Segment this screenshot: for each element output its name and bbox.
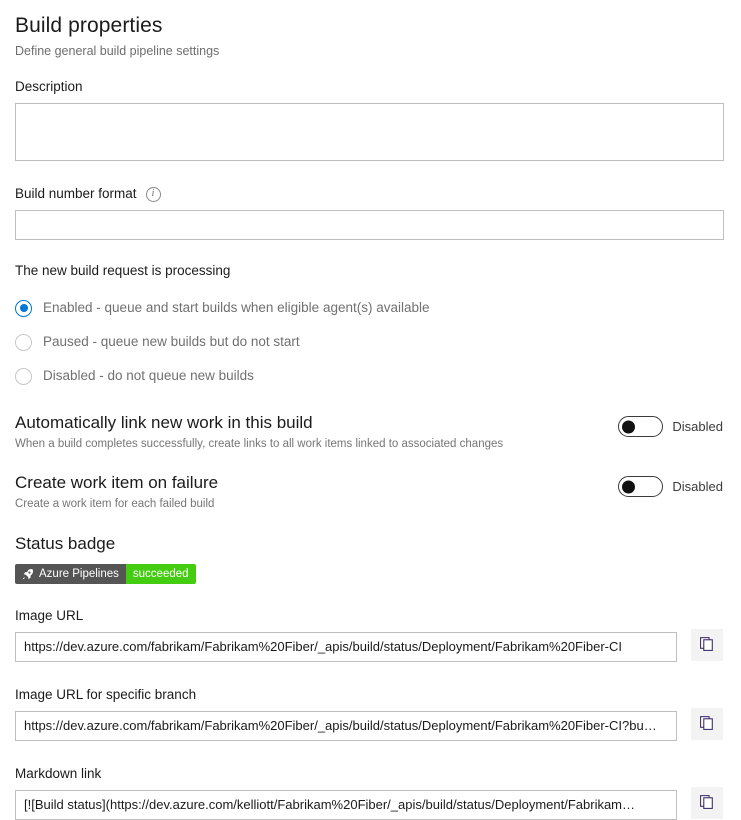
radio-label-enabled: Enabled - queue and start builds when el… <box>43 300 430 315</box>
create-work-item-toggle-wrap: Disabled <box>618 471 723 497</box>
status-badge-right-text: succeeded <box>125 564 196 584</box>
build-number-format-group: Build number format i <box>0 185 741 240</box>
image-url-branch-input[interactable] <box>15 710 677 741</box>
auto-link-toggle-wrap: Disabled <box>618 411 723 437</box>
markdown-link-label: Markdown link <box>15 765 102 781</box>
page-header: Build properties Define general build pi… <box>0 0 741 59</box>
build-number-format-label: Build number format <box>15 186 137 201</box>
radio-label-disabled: Disabled - do not queue new builds <box>43 368 254 383</box>
processing-label: The new build request is processing <box>15 263 231 278</box>
status-badge-left: Azure Pipelines <box>15 564 126 584</box>
copy-markdown-link-button[interactable] <box>691 786 723 819</box>
markdown-link-input[interactable] <box>15 789 677 820</box>
copy-icon <box>699 793 716 813</box>
create-work-item-heading: Create work item on failure <box>15 473 219 492</box>
radio-option-disabled[interactable]: Disabled - do not queue new builds <box>15 359 723 393</box>
processing-radio-group: Enabled - queue and start builds when el… <box>15 291 723 393</box>
page-title: Build properties <box>15 14 163 37</box>
image-url-branch-row <box>15 704 723 741</box>
copy-image-url-branch-button[interactable] <box>691 707 723 740</box>
status-badge-left-text: Azure Pipelines <box>39 568 119 580</box>
build-number-format-label-row: Build number format i <box>15 185 723 203</box>
create-work-item-description: Create a work item for each failed build <box>15 498 215 510</box>
image-url-branch-label: Image URL for specific branch <box>15 686 197 702</box>
image-url-branch-group: Image URL for specific branch <box>0 686 741 741</box>
copy-icon <box>699 635 716 655</box>
create-work-item-toggle-state: Disabled <box>672 478 723 494</box>
info-icon[interactable]: i <box>145 186 161 202</box>
radio-mark-enabled <box>15 299 32 317</box>
auto-link-heading: Automatically link new work in this buil… <box>15 413 313 432</box>
auto-link-toggle-state: Disabled <box>672 418 723 434</box>
create-work-item-toggle-knob <box>622 480 636 493</box>
create-work-item-texts: Create work item on failure Create a wor… <box>15 471 218 512</box>
create-work-item-section: Create work item on failure Create a wor… <box>0 471 741 512</box>
build-properties-page: Build properties Define general build pi… <box>0 0 741 820</box>
image-url-label: Image URL <box>15 607 84 623</box>
auto-link-description: When a build completes successfully, cre… <box>15 438 504 450</box>
rocket-icon <box>21 568 34 581</box>
image-url-input[interactable] <box>15 631 677 662</box>
radio-option-paused[interactable]: Paused - queue new builds but do not sta… <box>15 325 723 359</box>
description-field-group: Description <box>0 78 741 166</box>
markdown-link-row <box>15 783 723 820</box>
copy-image-url-button[interactable] <box>691 628 723 661</box>
auto-link-toggle-knob <box>622 420 636 433</box>
radio-mark-disabled <box>15 367 32 385</box>
status-badge-heading: Status badge <box>15 534 116 553</box>
auto-link-texts: Automatically link new work in this buil… <box>15 411 503 452</box>
radio-label-paused: Paused - queue new builds but do not sta… <box>43 334 300 349</box>
auto-link-section: Automatically link new work in this buil… <box>0 411 741 452</box>
image-url-row <box>15 625 723 662</box>
image-url-group: Image URL <box>0 607 741 662</box>
page-subtitle: Define general build pipeline settings <box>15 44 220 58</box>
radio-mark-paused <box>15 333 32 351</box>
description-label: Description <box>15 79 83 94</box>
status-badge: Azure Pipelines succeeded <box>15 564 196 584</box>
status-badge-section: Status badge Azure Pipelines succeeded <box>0 532 741 586</box>
radio-option-enabled[interactable]: Enabled - queue and start builds when el… <box>15 291 723 325</box>
processing-group: The new build request is processing Enab… <box>0 262 741 393</box>
description-input[interactable] <box>15 103 724 161</box>
create-work-item-toggle[interactable] <box>618 476 664 497</box>
markdown-link-group: Markdown link <box>0 765 741 820</box>
auto-link-toggle[interactable] <box>618 416 664 437</box>
build-number-format-input[interactable] <box>15 210 724 240</box>
copy-icon <box>699 714 716 734</box>
